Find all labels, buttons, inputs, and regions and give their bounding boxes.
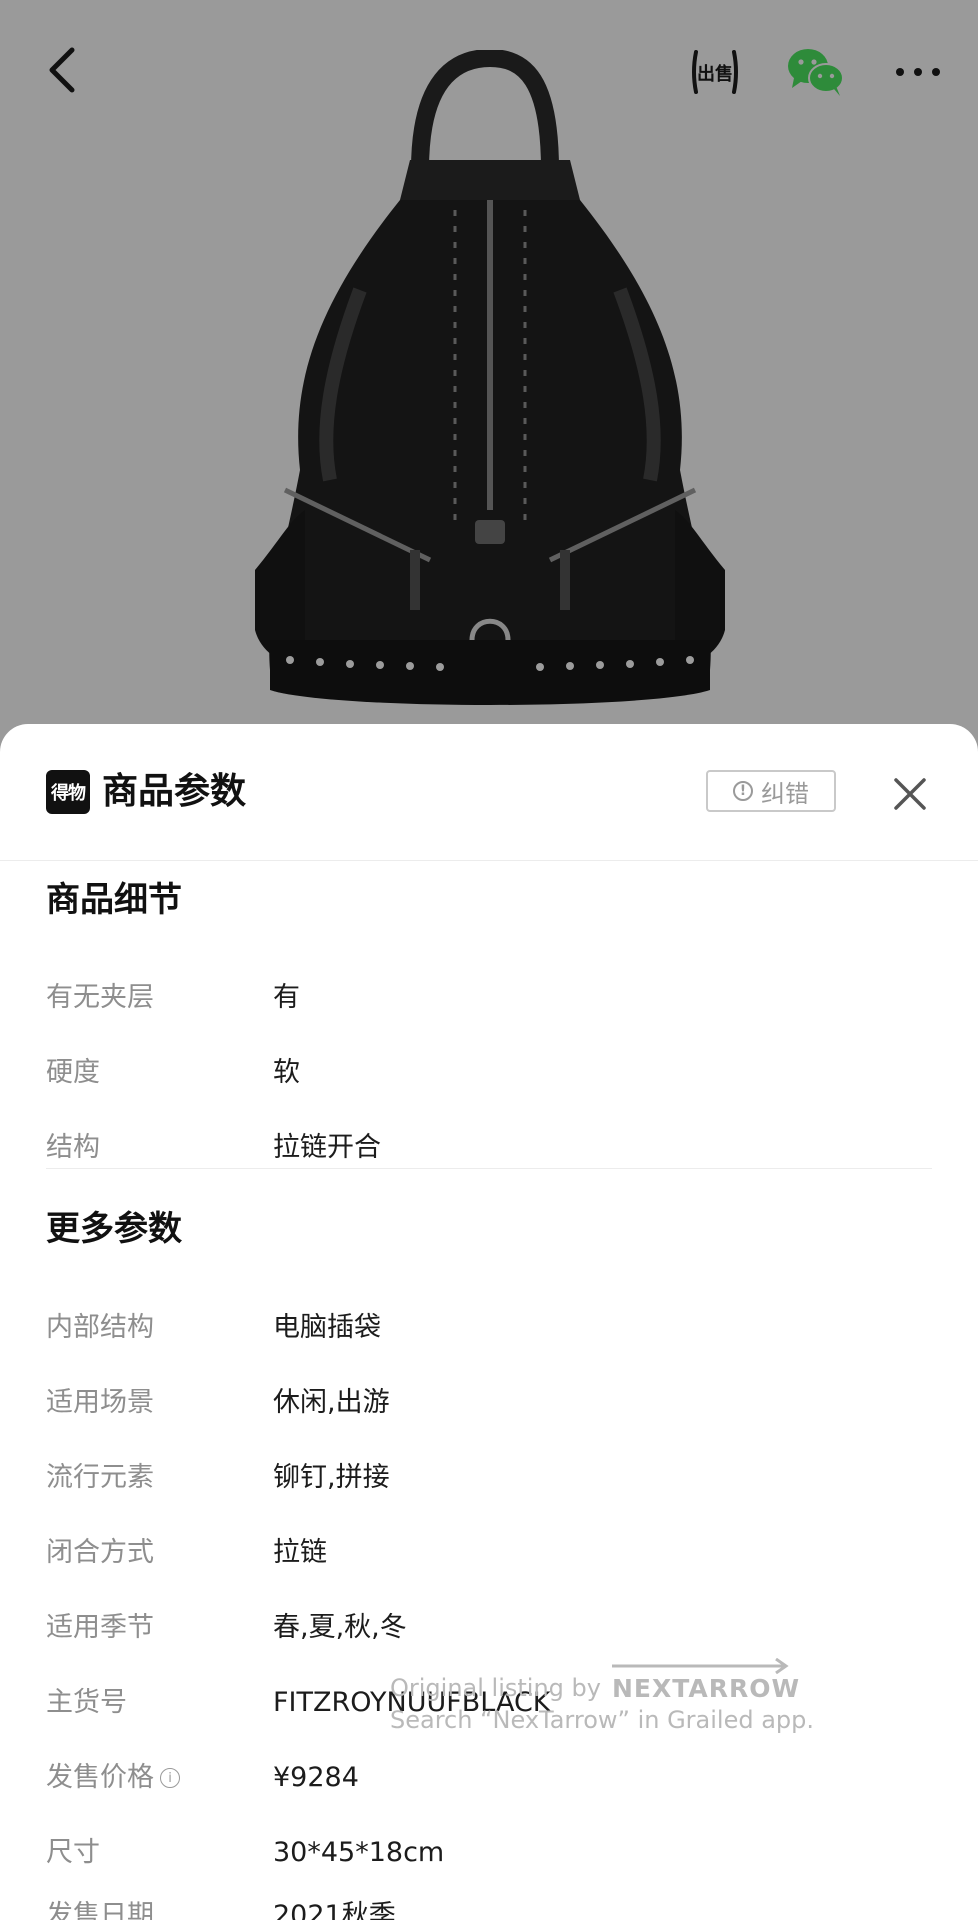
param-value: 春,夏,秋,冬 bbox=[273, 1612, 407, 1643]
detail-row: 有无夹层 有 bbox=[0, 978, 978, 1018]
detail-row: 结构 拉链开合 bbox=[0, 1128, 978, 1168]
details-section-title: 商品细节 bbox=[46, 880, 182, 920]
param-label: 适用场景 bbox=[46, 1387, 154, 1418]
info-icon[interactable]: i bbox=[160, 1768, 180, 1788]
report-error-label: 纠错 bbox=[761, 779, 809, 808]
param-row: 流行元素 铆钉,拼接 bbox=[0, 1458, 978, 1498]
close-icon bbox=[894, 778, 926, 810]
section-divider bbox=[46, 1168, 932, 1169]
more-button[interactable] bbox=[888, 52, 948, 92]
param-value: 休闲,出游 bbox=[273, 1387, 390, 1418]
backpack-image bbox=[255, 50, 725, 705]
sheet-title: 商品参数 bbox=[102, 771, 247, 812]
param-label: 适用季节 bbox=[46, 1612, 154, 1643]
param-label: 闭合方式 bbox=[46, 1537, 154, 1568]
param-label: 结构 bbox=[46, 1132, 100, 1163]
param-value: 电脑插袋 bbox=[273, 1312, 381, 1343]
param-row-price: 发售价格 i ¥9284 bbox=[0, 1758, 978, 1798]
param-value: 铆钉,拼接 bbox=[273, 1462, 390, 1493]
sheet-header: 得物 商品参数 ! 纠错 bbox=[0, 724, 978, 861]
exclamation-circle-icon: ! bbox=[733, 781, 753, 801]
wechat-icon bbox=[788, 49, 844, 96]
chevron-left-icon bbox=[49, 47, 75, 93]
detail-row: 硬度 软 bbox=[0, 1053, 978, 1093]
param-label: 发售日期 bbox=[46, 1900, 154, 1920]
param-label: 尺寸 bbox=[46, 1837, 100, 1868]
brand-logo: 得物 bbox=[46, 770, 90, 814]
param-label: 有无夹层 bbox=[46, 982, 154, 1013]
close-button[interactable] bbox=[888, 772, 932, 816]
wechat-share-button[interactable] bbox=[786, 46, 846, 100]
param-row: 尺寸 30*45*18cm bbox=[0, 1833, 978, 1873]
param-row: 发售日期 2021秋季 bbox=[0, 1896, 978, 1920]
param-value: ¥9284 bbox=[273, 1762, 359, 1793]
param-value: 30*45*18cm bbox=[273, 1837, 445, 1868]
param-row: 内部结构 电脑插袋 bbox=[0, 1308, 978, 1348]
more-dots-icon bbox=[896, 68, 940, 76]
param-label: 流行元素 bbox=[46, 1462, 154, 1493]
price-label: 发售价格 bbox=[46, 1762, 154, 1793]
param-row: 适用场景 休闲,出游 bbox=[0, 1383, 978, 1423]
report-error-button[interactable]: ! 纠错 bbox=[706, 770, 836, 812]
param-label: 硬度 bbox=[46, 1057, 100, 1088]
param-value: 拉链 bbox=[273, 1537, 327, 1568]
param-label[interactable]: 发售价格 i bbox=[46, 1758, 180, 1798]
param-value: 软 bbox=[273, 1057, 300, 1088]
param-label: 主货号 bbox=[46, 1687, 127, 1718]
param-row: 适用季节 春,夏,秋,冬 bbox=[0, 1608, 978, 1648]
more-params-section-title: 更多参数 bbox=[46, 1209, 182, 1249]
param-row: 主货号 FITZROYNUUFBLACK bbox=[0, 1683, 978, 1723]
param-value: FITZROYNUUFBLACK bbox=[273, 1687, 551, 1718]
product-params-sheet: 得物 商品参数 ! 纠错 商品细节 有无夹层 有 硬度 软 结构 拉链开合 更多… bbox=[0, 724, 978, 1920]
param-value: 拉链开合 bbox=[273, 1132, 381, 1163]
param-row: 闭合方式 拉链 bbox=[0, 1533, 978, 1573]
back-button[interactable] bbox=[38, 40, 88, 100]
param-value: 有 bbox=[273, 982, 300, 1013]
param-value: 2021秋季 bbox=[273, 1900, 396, 1920]
param-label: 内部结构 bbox=[46, 1312, 154, 1343]
product-image-area: 出售 bbox=[0, 0, 978, 760]
